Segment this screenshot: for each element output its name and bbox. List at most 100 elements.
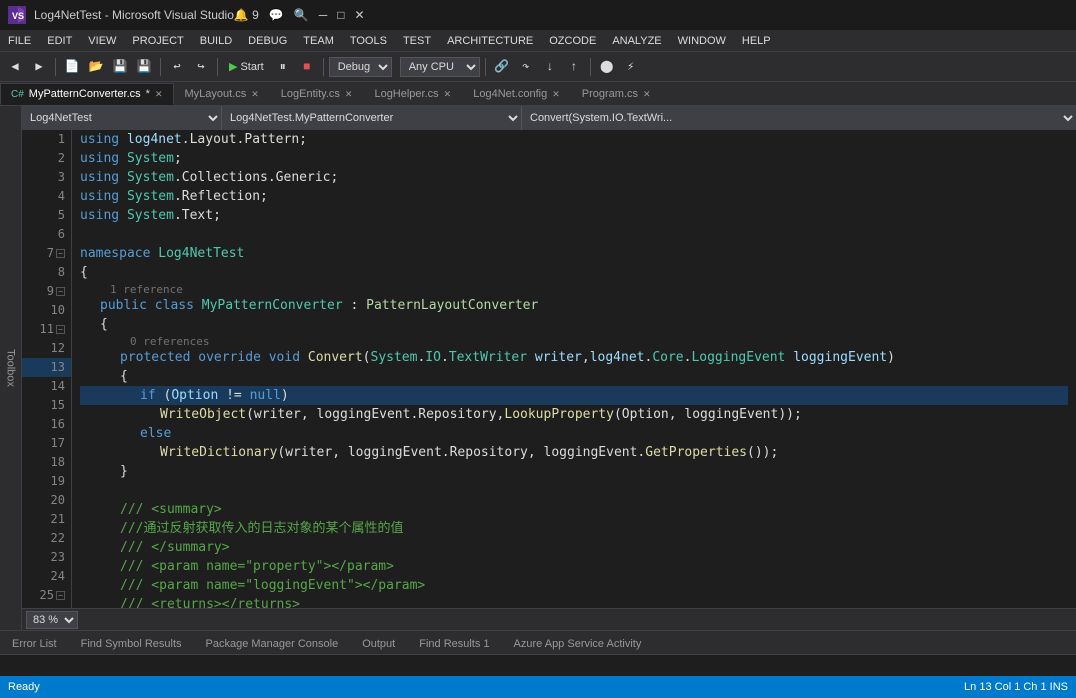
search-icon[interactable]: 🔍 [294, 8, 309, 22]
code-line-2: using System; [80, 149, 1068, 168]
cpu-config-select[interactable]: Any CPU [400, 57, 480, 77]
menu-analyze[interactable]: ANALYZE [604, 30, 669, 51]
menu-ozcode[interactable]: OZCODE [541, 30, 604, 51]
code-line-7: namespace Log4NetTest [80, 244, 1068, 263]
status-bar: Ready Ln 13 Col 1 Ch 1 INS [0, 676, 1076, 698]
code-line-18 [80, 481, 1068, 500]
tab-label-3: LogEntity.cs [281, 88, 340, 100]
tab-label-2: MyLayout.cs [185, 88, 247, 100]
comment-icon[interactable]: 💬 [269, 8, 284, 22]
tab-loghelper[interactable]: LogHelper.cs ✕ [363, 83, 462, 105]
menu-architecture[interactable]: ARCHITECTURE [439, 30, 541, 51]
menu-test[interactable]: TEST [395, 30, 439, 51]
bottom-content [0, 655, 1076, 676]
tab-find-results[interactable]: Find Results 1 [407, 632, 501, 654]
menu-edit[interactable]: EDIT [39, 30, 80, 51]
menu-tools[interactable]: TOOLS [342, 30, 395, 51]
tab-modified-indicator: * [146, 88, 150, 100]
save-all-btn[interactable]: 💾 [133, 56, 155, 78]
menu-file[interactable]: FILE [0, 30, 39, 51]
tab-bar: C# MyPatternConverter.cs * ✕ MyLayout.cs… [0, 82, 1076, 106]
menu-window[interactable]: WINDOW [670, 30, 734, 51]
stop-btn[interactable]: ■ [296, 56, 318, 78]
tab-azure[interactable]: Azure App Service Activity [502, 632, 654, 654]
nav-class-select[interactable]: Log4NetTest [22, 106, 222, 130]
minimize-btn[interactable]: ─ [319, 8, 328, 22]
editor-container: Log4NetTest Log4NetTest.MyPatternConvert… [22, 106, 1076, 630]
code-line-13: if (Option != null) [80, 386, 1068, 405]
save-btn[interactable]: 💾 [109, 56, 131, 78]
tab-close-5[interactable]: ✕ [552, 89, 560, 100]
nav-bar: Log4NetTest Log4NetTest.MyPatternConvert… [22, 106, 1076, 130]
tab-close-icon[interactable]: ✕ [155, 89, 163, 100]
bottom-panel: Error List Find Symbol Results Package M… [0, 630, 1076, 676]
tab-logentity[interactable]: LogEntity.cs ✕ [270, 83, 364, 105]
menu-project[interactable]: PROJECT [124, 30, 191, 51]
tab-error-list[interactable]: Error List [0, 632, 69, 654]
tab-log4netconfig[interactable]: Log4Net.config ✕ [462, 83, 571, 105]
code-line-1: using log4net.Layout.Pattern; [80, 130, 1068, 149]
code-line-5: using System.Text; [80, 206, 1068, 225]
attach-btn[interactable]: 🔗 [491, 56, 513, 78]
code-line-10: { [80, 315, 1068, 334]
status-info: Ln 13 Col 1 Ch 1 INS [964, 681, 1068, 693]
breakpoint-btn[interactable]: ⬤ [596, 56, 618, 78]
redo-btn[interactable]: ↪ [190, 56, 212, 78]
step-over-btn[interactable]: ↷ [515, 56, 537, 78]
tab-icon: C# [11, 89, 24, 100]
tab-close-3[interactable]: ✕ [345, 89, 353, 100]
code-content[interactable]: using log4net.Layout.Pattern; using Syst… [72, 130, 1076, 608]
code-line-20: /// 通过反射获取传入的日志对象的某个属性的值 [80, 519, 1068, 538]
nav-method-select[interactable]: Convert(System.IO.TextWri... [522, 106, 1076, 130]
back-btn[interactable]: ◀ [4, 56, 26, 78]
play-icon: ▶ [229, 60, 237, 73]
tab-mypatternconverter[interactable]: C# MyPatternConverter.cs * ✕ [0, 83, 174, 105]
tab-label-4: LogHelper.cs [374, 88, 438, 100]
menu-help[interactable]: HELP [734, 30, 779, 51]
debug-config-select[interactable]: Debug [329, 57, 392, 77]
status-ready: Ready [8, 681, 40, 693]
code-line-9: public class MyPatternConverter : Patter… [80, 296, 1068, 315]
tab-mylayout[interactable]: MyLayout.cs ✕ [174, 83, 270, 105]
new-file-btn[interactable]: 📄 [61, 56, 83, 78]
pause-btn[interactable]: ⏸ [272, 56, 294, 78]
menu-build[interactable]: BUILD [192, 30, 240, 51]
exception-btn[interactable]: ⚡ [620, 56, 642, 78]
code-line-16: WriteDictionary(writer, loggingEvent.Rep… [80, 443, 1068, 462]
toolbar: ◀ ▶ 📄 📂 💾 💾 ↩ ↪ ▶ Start ⏸ ■ Debug Any CP… [0, 52, 1076, 82]
tab-package-manager[interactable]: Package Manager Console [194, 632, 351, 654]
code-line-15: else [80, 424, 1068, 443]
menu-bar: FILE EDIT VIEW PROJECT BUILD DEBUG TEAM … [0, 30, 1076, 52]
code-editor[interactable]: 1 2 3 4 5 6 7 − 8 9 − 10 11 − [22, 130, 1076, 608]
code-line-8: { [80, 263, 1068, 282]
line-numbers: 1 2 3 4 5 6 7 − 8 9 − 10 11 − [22, 130, 72, 608]
toolbox[interactable]: Toolbox [0, 106, 22, 630]
code-line-4: using System.Reflection; [80, 187, 1068, 206]
step-into-btn[interactable]: ↓ [539, 56, 561, 78]
tab-close-4[interactable]: ✕ [444, 89, 452, 100]
forward-btn[interactable]: ▶ [28, 56, 50, 78]
undo-btn[interactable]: ↩ [166, 56, 188, 78]
notification-count: 🔔 9 [234, 8, 259, 22]
tab-close-6[interactable]: ✕ [643, 89, 651, 100]
menu-debug[interactable]: DEBUG [240, 30, 295, 51]
code-line-6 [80, 225, 1068, 244]
tab-program[interactable]: Program.cs ✕ [571, 83, 662, 105]
maximize-btn[interactable]: □ [337, 8, 344, 22]
tab-find-symbol[interactable]: Find Symbol Results [69, 632, 194, 654]
tab-close-2[interactable]: ✕ [251, 89, 259, 100]
zoom-bar: 83 % [22, 608, 1076, 630]
code-line-3: using System.Collections.Generic; [80, 168, 1068, 187]
nav-member-select[interactable]: Log4NetTest.MyPatternConverter [222, 106, 522, 130]
menu-view[interactable]: VIEW [80, 30, 124, 51]
menu-team[interactable]: TEAM [295, 30, 342, 51]
tab-output[interactable]: Output [350, 632, 407, 654]
close-btn[interactable]: ✕ [355, 8, 365, 22]
start-btn[interactable]: ▶ Start [223, 58, 270, 75]
open-btn[interactable]: 📂 [85, 56, 107, 78]
code-line-14: WriteObject(writer, loggingEvent.Reposit… [80, 405, 1068, 424]
code-line-22: /// <param name="property"></param> [80, 557, 1068, 576]
bottom-tabs: Error List Find Symbol Results Package M… [0, 631, 1076, 655]
zoom-select[interactable]: 83 % [26, 611, 78, 629]
step-out-btn[interactable]: ↑ [563, 56, 585, 78]
